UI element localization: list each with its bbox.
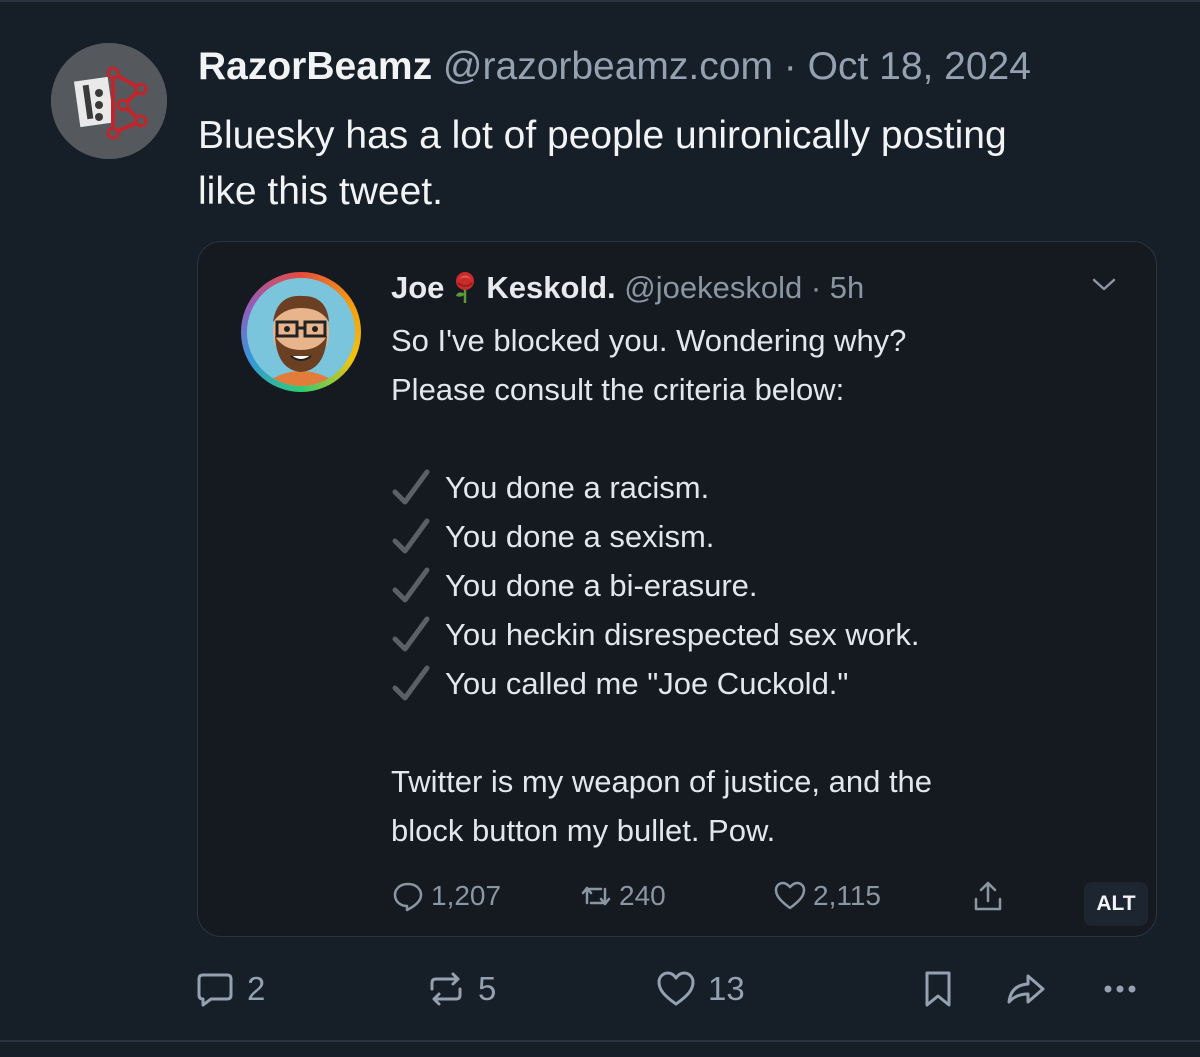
criteria-item: You done a sexism. (391, 512, 1131, 561)
heart-icon (774, 881, 806, 910)
post-text-line: like this tweet. (198, 170, 443, 213)
quoted-header: Joe Keskold. @joekeskold · 5h (391, 268, 864, 308)
criteria-text: You heckin disrespected sex work. (445, 617, 920, 652)
rose-icon (450, 270, 480, 304)
author-avatar[interactable] (51, 43, 167, 159)
criteria-text: You done a racism. (445, 470, 710, 505)
quoted-intro-line: Please consult the criteria below: (391, 372, 845, 407)
bookmark-button[interactable] (918, 962, 958, 1016)
post-text-line: Bluesky has a lot of people unironically… (198, 114, 1007, 157)
reply-bubble-icon (197, 973, 233, 1007)
repost-icon (430, 972, 462, 1006)
like-count: 13 (708, 970, 745, 1007)
quoted-closing-line: block button my bullet. Pow. (391, 813, 776, 848)
criteria-item: You called me "Joe Cuckold." (391, 659, 1131, 708)
ellipsis-icon (1104, 985, 1136, 993)
quoted-body: So I've blocked you. Wondering why? Plea… (391, 316, 1131, 855)
like-button[interactable]: 13 (656, 962, 745, 1016)
criteria-text: You done a sexism. (445, 519, 715, 554)
checkmark-icon (391, 615, 431, 655)
quoted-reply-count: 1,207 (431, 880, 502, 911)
quoted-name-last: Keskold. (486, 270, 616, 305)
author-name[interactable]: RazorBeamz (198, 45, 432, 88)
criteria-item: You done a racism. (391, 463, 1131, 512)
alt-text-button[interactable]: ALT (1084, 882, 1148, 926)
post-text: Bluesky has a lot of people unironically… (198, 108, 1158, 220)
header-separator: · (783, 45, 797, 88)
quoted-share-stat (971, 874, 1011, 918)
quoted-intro-line: So I've blocked you. Wondering why? (391, 323, 907, 358)
checkmark-icon (391, 468, 431, 508)
checkmark-icon (391, 664, 431, 704)
quoted-closing-line: Twitter is my weapon of justice, and the (391, 764, 933, 799)
reply-bubble-icon (393, 882, 423, 912)
post-actions: 2 5 13 (0, 962, 1200, 1016)
top-divider (0, 0, 1200, 2)
bottom-divider (0, 1040, 1200, 1042)
retweet-icon (581, 886, 611, 906)
quoted-retweet-stat: 240 (579, 874, 666, 918)
embedded-image[interactable]: Joe Keskold. @joekeskold · 5h So I've blo… (197, 241, 1157, 937)
criteria-text: You done a bi-erasure. (445, 568, 758, 603)
reply-button[interactable]: 2 (195, 962, 265, 1016)
criteria-item: You done a bi-erasure. (391, 561, 1131, 610)
share-button[interactable] (1006, 962, 1046, 1016)
heart-icon (657, 971, 695, 1006)
post-date[interactable]: Oct 18, 2024 (808, 45, 1031, 88)
criteria-item: You heckin disrespected sex work. (391, 610, 1131, 659)
quoted-reply-stat: 1,207 (391, 874, 501, 918)
bookmark-icon (925, 971, 951, 1007)
quoted-avatar (241, 272, 361, 392)
reply-count: 2 (247, 970, 266, 1007)
quoted-name-first: Joe (391, 270, 445, 305)
repost-count: 5 (478, 970, 497, 1007)
razor-logo-icon (51, 43, 167, 159)
criteria-text: You called me "Joe Cuckold." (445, 666, 849, 701)
cartoon-portrait-icon (247, 278, 355, 386)
quoted-like-stat: 2,115 (773, 874, 881, 918)
more-options-button[interactable] (1100, 962, 1140, 1016)
post-header: RazorBeamz @razorbeamz.com · Oct 18, 202… (198, 44, 1031, 90)
repost-button[interactable]: 5 (426, 962, 496, 1016)
author-handle[interactable]: @razorbeamz.com (443, 45, 773, 88)
share-arrow-icon (1007, 974, 1045, 1004)
chevron-down-icon (1091, 276, 1117, 294)
quoted-like-count: 2,115 (813, 880, 881, 911)
checkmark-icon (391, 566, 431, 606)
quoted-retweet-count: 240 (619, 880, 666, 911)
checkmark-icon (391, 517, 431, 557)
share-icon (974, 881, 1002, 911)
quoted-handle-time: @joekeskold · 5h (624, 270, 865, 305)
